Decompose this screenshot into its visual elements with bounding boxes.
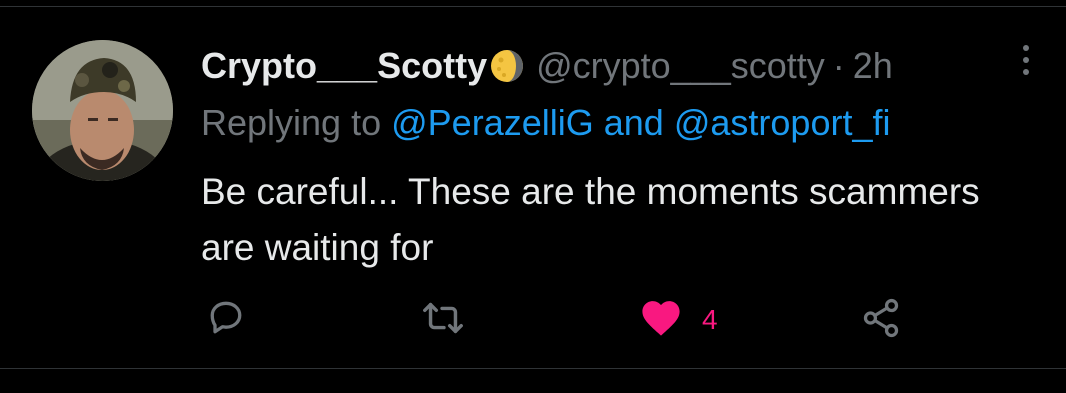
reply-button[interactable] [204, 290, 248, 350]
tweet[interactable]: Crypto___Scotty @crypto___scotty · 2h Re… [0, 0, 1066, 393]
replying-to-line: Replying to @PerazelliG and @astroport_f… [201, 102, 890, 144]
more-vertical-icon[interactable] [1016, 40, 1036, 80]
mention-link[interactable]: @PerazelliG [391, 102, 594, 143]
avatar[interactable] [32, 40, 173, 181]
action-bar: 4 [0, 290, 1066, 350]
share-button[interactable] [858, 290, 904, 350]
handle[interactable]: @crypto___scotty [536, 45, 825, 87]
separator-dot: · [832, 45, 845, 86]
moon-emoji-icon [490, 49, 524, 83]
mention-joiner: and [603, 102, 664, 143]
bottom-divider [0, 368, 1066, 369]
heart-filled-icon [638, 295, 684, 346]
tweet-text: Be careful... These are the moments scam… [201, 171, 980, 268]
mention-link[interactable]: @astroport_fi [674, 102, 891, 143]
retweet-icon [420, 295, 466, 346]
tweet-header: Crypto___Scotty @crypto___scotty · 2h [201, 44, 893, 88]
replying-prefix: Replying to [201, 102, 382, 143]
avatar-image [32, 40, 173, 181]
like-count: 4 [702, 304, 718, 335]
display-name[interactable]: Crypto___Scotty [201, 45, 487, 87]
like-button[interactable]: 4 [638, 290, 718, 350]
share-icon [858, 295, 904, 346]
reply-icon [204, 296, 248, 345]
retweet-button[interactable] [420, 290, 466, 350]
timestamp[interactable]: 2h [853, 45, 893, 87]
